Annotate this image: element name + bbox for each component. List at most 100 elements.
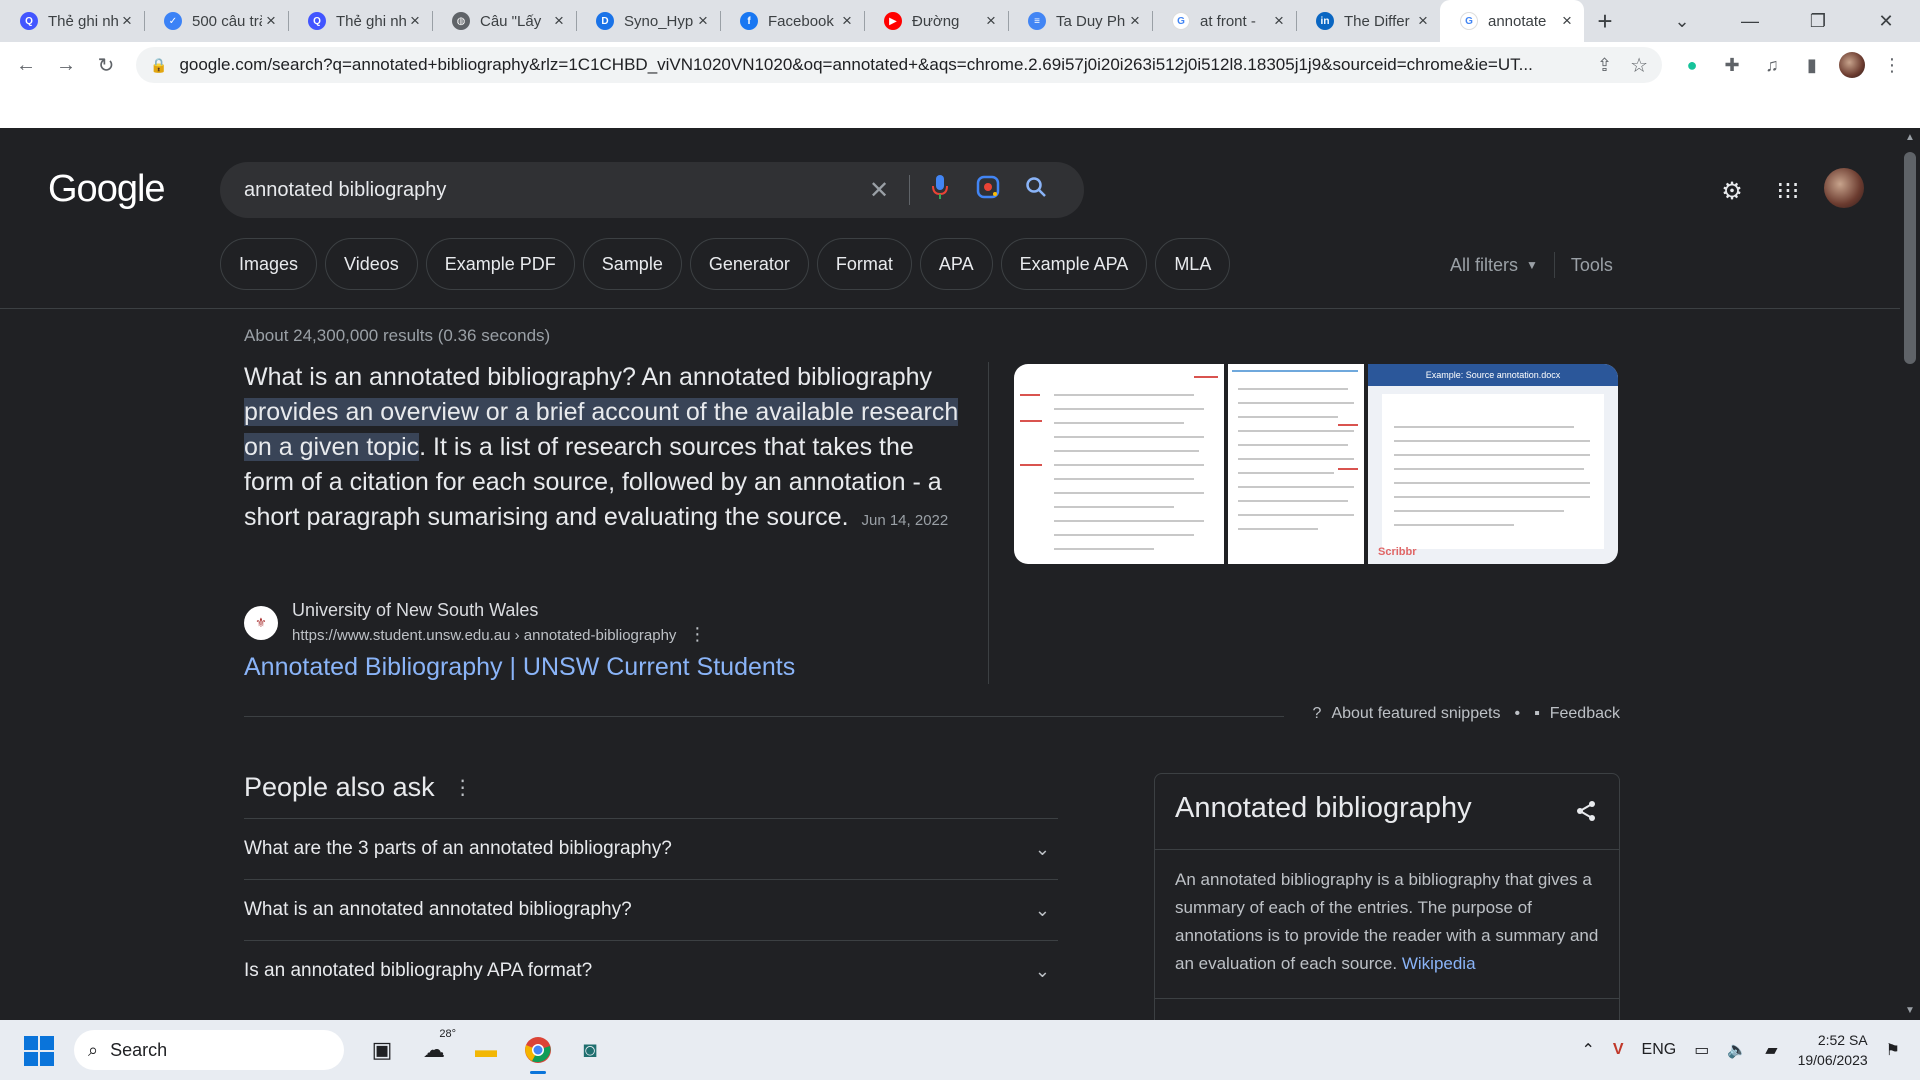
url-text[interactable]: google.com/search?q=annotated+bibliograp… [179, 55, 1597, 75]
browser-tab[interactable]: D Syno_Hyp × [576, 0, 720, 42]
snippet-image-2[interactable] [1228, 364, 1364, 564]
extensions-icon[interactable]: ✚ [1712, 55, 1752, 76]
all-filters-button[interactable]: All filters [1450, 255, 1518, 276]
browser-tab[interactable]: ≡ Ta Duy Ph × [1008, 0, 1152, 42]
filter-chip[interactable]: Example APA [1000, 238, 1148, 290]
tools-button[interactable]: Tools [1571, 255, 1613, 276]
new-tab-icon[interactable]: + [1584, 6, 1626, 37]
chrome-icon[interactable] [512, 1030, 564, 1074]
google-logo[interactable]: Google [48, 168, 166, 211]
antivirus-icon[interactable]: V [1613, 1041, 1624, 1059]
forward-icon[interactable]: → [46, 54, 86, 77]
share-icon[interactable] [1575, 800, 1597, 828]
search-input[interactable] [244, 178, 855, 202]
tab-close-icon[interactable]: × [1126, 11, 1144, 31]
tab-close-icon[interactable]: × [118, 11, 136, 31]
battery-icon[interactable]: ▰ [1765, 1040, 1777, 1060]
clock[interactable]: 2:52 SA 19/06/2023 [1798, 1030, 1868, 1070]
filter-chip[interactable]: MLA [1155, 238, 1231, 290]
paa-question[interactable]: Is an annotated bibliography APA format?… [244, 940, 1058, 1001]
lock-icon[interactable]: 🔒 [150, 57, 167, 74]
notifications-icon[interactable]: ⚑ [1886, 1040, 1900, 1060]
tab-close-icon[interactable]: × [406, 11, 424, 31]
filter-chip[interactable]: Example PDF [425, 238, 575, 290]
windows-start-icon[interactable] [24, 1036, 54, 1066]
browser-tab[interactable]: ✓ 500 câu trắc× [144, 0, 288, 42]
wikipedia-link[interactable]: Wikipedia [1402, 954, 1476, 973]
back-icon[interactable]: ← [6, 54, 46, 77]
filter-chip[interactable]: Sample [582, 238, 682, 290]
filter-chip[interactable]: Videos [325, 238, 418, 290]
browser-tab[interactable]: Gat front - × [1152, 0, 1296, 42]
tab-close-icon[interactable]: × [694, 11, 712, 31]
tab-close-icon[interactable]: × [550, 11, 568, 31]
filter-chip[interactable]: Images [220, 238, 318, 290]
apps-grid-icon[interactable]: ⁝⁝⁝ [1760, 177, 1816, 206]
filter-chip[interactable]: Format [816, 238, 912, 290]
chevron-down-icon[interactable]: ⌄ [1035, 900, 1050, 921]
chevron-down-icon[interactable]: ▼ [1526, 258, 1538, 272]
snippet-image-1[interactable] [1014, 364, 1224, 564]
bookmark-star-icon[interactable]: ☆ [1630, 53, 1648, 78]
volume-icon[interactable]: 🔈 [1727, 1040, 1747, 1060]
task-view-icon[interactable]: ▣ [356, 1030, 408, 1070]
settings-gear-icon[interactable]: ⚙ [1704, 177, 1760, 206]
scroll-up-icon[interactable]: ▲ [1900, 132, 1920, 143]
restore-icon[interactable]: ❐ [1784, 11, 1852, 32]
browser-tab[interactable]: Q Thẻ ghi nhớ× [0, 0, 144, 42]
tab-close-icon[interactable]: × [982, 11, 1000, 31]
tab-close-icon[interactable]: × [1270, 11, 1288, 31]
tab-close-icon[interactable]: × [838, 11, 856, 31]
snippet-image-3[interactable]: Example: Source annotation.docx Scribbr [1368, 364, 1618, 564]
scroll-thumb[interactable] [1904, 152, 1916, 364]
close-window-icon[interactable]: ✕ [1852, 11, 1920, 32]
help-icon[interactable]: ? [1313, 705, 1322, 723]
account-avatar[interactable] [1816, 168, 1872, 215]
source-name[interactable]: University of New South Wales [292, 600, 706, 621]
reload-icon[interactable]: ↻ [86, 53, 126, 78]
browser-tab[interactable]: ▶ Đường × [864, 0, 1008, 42]
filter-chip[interactable]: APA [919, 238, 993, 290]
language-indicator[interactable]: ENG [1642, 1041, 1677, 1059]
chevron-down-icon[interactable]: ⌄ [1035, 839, 1050, 860]
tab-close-icon[interactable]: × [262, 11, 280, 31]
minimize-icon[interactable]: — [1716, 11, 1784, 32]
page-scrollbar[interactable]: ▲ ▼ [1900, 128, 1920, 1020]
about-featured-snippets-link[interactable]: About featured snippets [1331, 705, 1500, 723]
feedback-icon[interactable]: ▪ [1534, 705, 1540, 723]
tab-close-icon[interactable]: × [1414, 11, 1432, 31]
voice-search-icon[interactable] [916, 174, 964, 207]
search-box[interactable]: ✕ [220, 162, 1084, 218]
scroll-down-icon[interactable]: ▼ [1900, 1005, 1920, 1016]
side-panel-icon[interactable]: ▮ [1792, 55, 1832, 76]
feedback-link[interactable]: Feedback [1550, 705, 1620, 723]
show-hidden-icons-icon[interactable]: ⌃ [1581, 1040, 1594, 1060]
media-controls-icon[interactable]: ♫ [1752, 55, 1792, 76]
grammarly-icon[interactable]: ● [1672, 55, 1712, 76]
menu-kebab-icon[interactable]: ⋮ [1872, 55, 1912, 76]
more-options-icon[interactable]: ⋮ [688, 624, 706, 644]
browser-tab[interactable]: Q Thẻ ghi nhớ× [288, 0, 432, 42]
browser-tab[interactable]: Gannotate × [1440, 0, 1584, 42]
clear-search-icon[interactable]: ✕ [855, 176, 903, 205]
search-submit-icon[interactable] [1012, 175, 1060, 206]
browser-tab[interactable]: ◍ Câu "Lấy × [432, 0, 576, 42]
source-url[interactable]: https://www.student.unsw.edu.au › annota… [292, 624, 706, 645]
app-icon[interactable]: ◙ [564, 1030, 616, 1070]
browser-tab[interactable]: in The Differ × [1296, 0, 1440, 42]
tab-search-icon[interactable]: ⌄ [1648, 11, 1716, 32]
profile-avatar-icon[interactable] [1832, 52, 1872, 78]
weather-icon[interactable]: ☁ 28° [408, 1028, 460, 1070]
address-bar[interactable]: 🔒 google.com/search?q=annotated+bibliogr… [136, 47, 1662, 83]
paa-question[interactable]: What are the 3 parts of an annotated bib… [244, 818, 1058, 879]
snippet-source[interactable]: ⚜ University of New South Wales https://… [244, 600, 706, 645]
browser-tab[interactable]: f Facebook × [720, 0, 864, 42]
tab-close-icon[interactable]: × [1558, 11, 1576, 31]
filter-chip[interactable]: Generator [689, 238, 809, 290]
chevron-down-icon[interactable]: ⌄ [1035, 961, 1050, 982]
result-title-link[interactable]: Annotated Bibliography | UNSW Current St… [244, 653, 795, 682]
file-explorer-icon[interactable]: ▬ [460, 1030, 512, 1070]
taskbar-search[interactable]: ⌕ Search [74, 1030, 344, 1070]
share-icon[interactable]: ⇪ [1597, 55, 1612, 76]
paa-question[interactable]: What is an annotated annotated bibliogra… [244, 879, 1058, 940]
